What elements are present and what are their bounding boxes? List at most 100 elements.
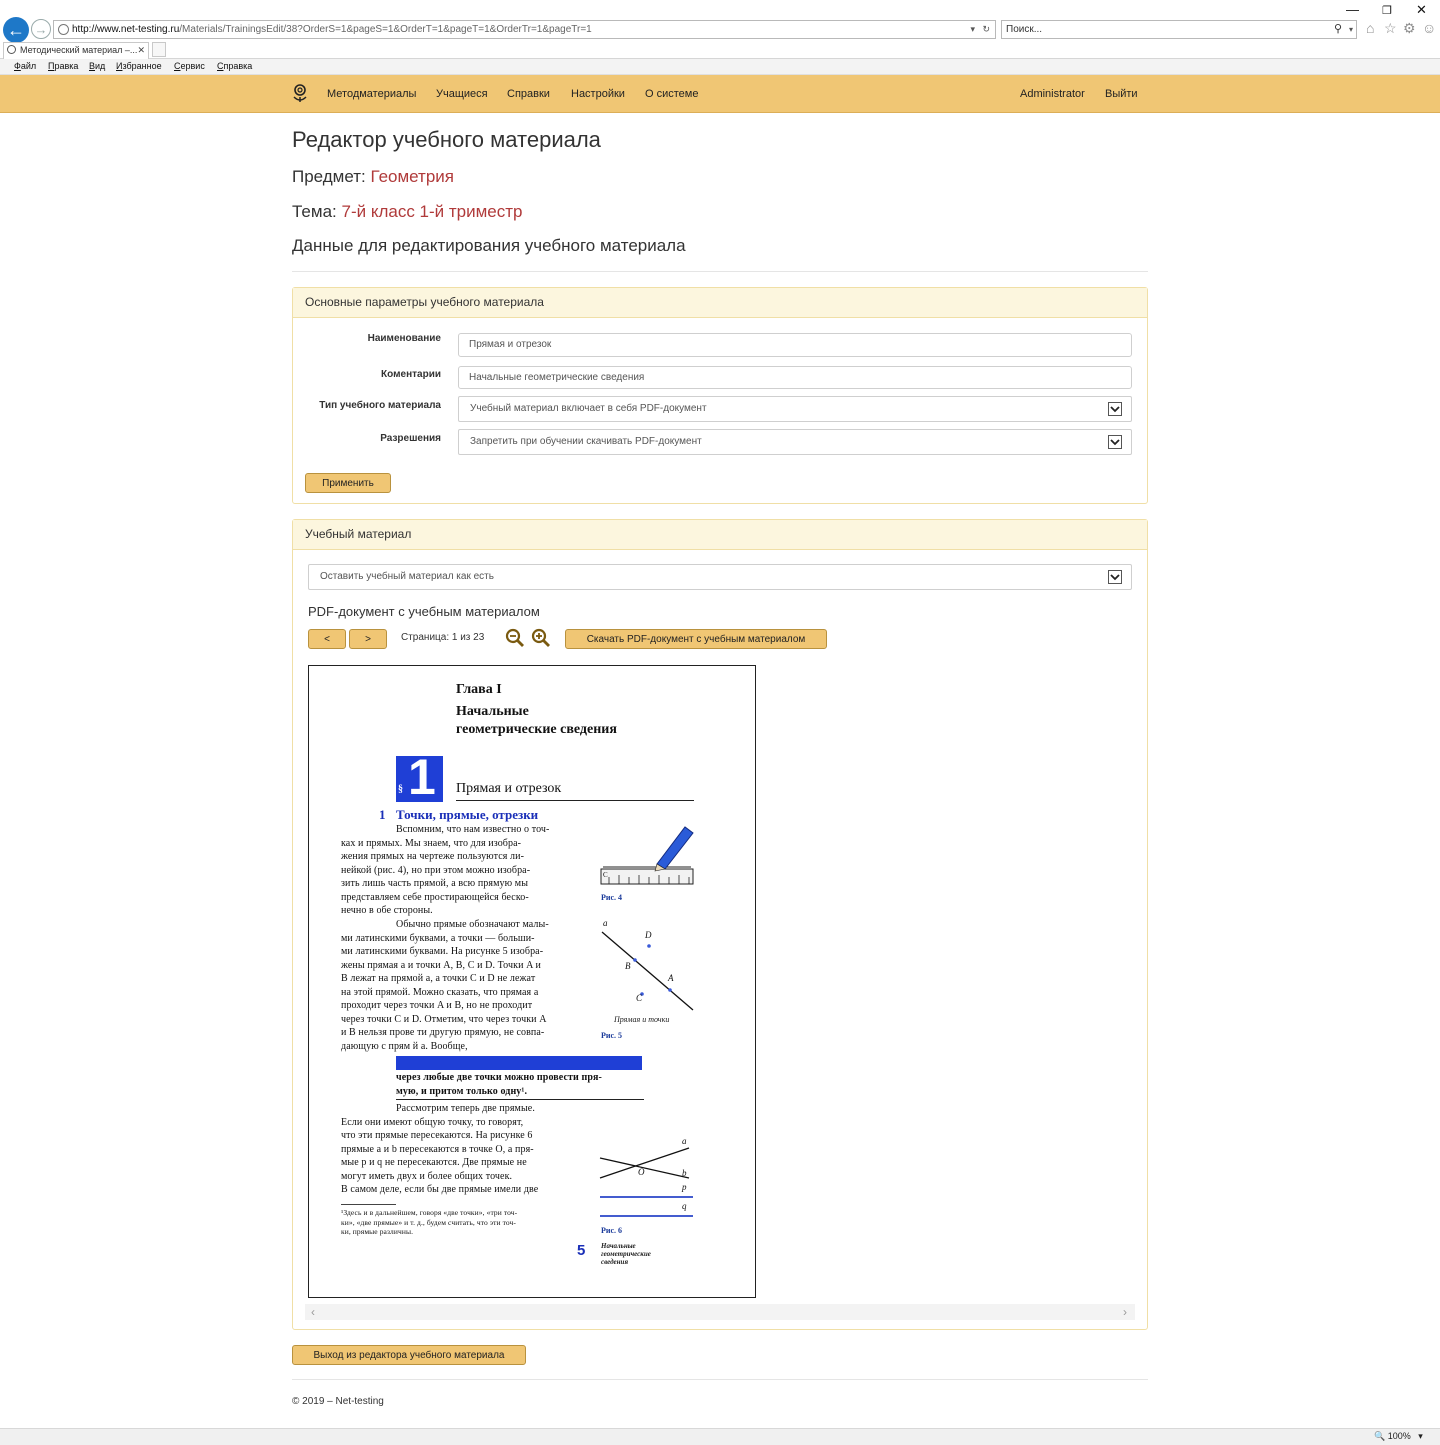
- menu-favorites[interactable]: Избранное: [116, 59, 162, 74]
- tab-page-icon: [7, 45, 16, 54]
- tab-strip: Методический материал –... ✕: [0, 42, 1440, 59]
- tab-title: Методический материал –...: [20, 45, 138, 55]
- topic-value: 7-й класс 1-й триместр: [341, 202, 523, 221]
- permission-row: Разрешения Запретить при обучении скачив…: [293, 429, 1149, 455]
- zoom-in-icon[interactable]: [531, 628, 551, 648]
- pdf-section-badge: § 1: [396, 749, 443, 805]
- search-input[interactable]: Поиск... ⚲ ▾: [1001, 20, 1357, 39]
- comment-input[interactable]: Начальные геометрические сведения: [458, 366, 1132, 389]
- pdf-footnote: ¹Здесь и в дальнейшем, говоря «две точки…: [341, 1208, 517, 1237]
- refresh-icon[interactable]: ↻: [982, 21, 990, 38]
- type-row: Тип учебного материала Учебный материал …: [293, 396, 1149, 422]
- pdf-paragraph-2: Обычно прямые обозначают малы- ми латинс…: [341, 918, 549, 1053]
- menu-file[interactable]: Файл: [14, 59, 36, 74]
- home-icon[interactable]: ⌂: [1366, 20, 1374, 36]
- nav-about[interactable]: О системе: [645, 75, 698, 113]
- settings-gear-icon[interactable]: ⚙: [1403, 20, 1416, 37]
- chevron-down-icon[interactable]: [1108, 435, 1122, 449]
- pdf-line: через точки C и D. Отметим, что через то…: [341, 1013, 547, 1025]
- pdf-line: Обычно прямые обозначают малы-: [396, 919, 549, 930]
- download-pdf-button[interactable]: Скачать PDF-документ с учебным материало…: [565, 629, 827, 649]
- topic-line: Тема: 7-й класс 1-й триместр: [292, 202, 523, 222]
- pdf-side-note-line: геометрические: [601, 1250, 651, 1258]
- name-input[interactable]: Прямая и отрезок: [458, 333, 1132, 357]
- pdf-label-D: D: [645, 930, 652, 940]
- dropdown-arrow-icon[interactable]: ▾: [970, 21, 975, 38]
- chevron-down-icon[interactable]: [1108, 402, 1122, 416]
- pdf-side-note-line: сведения: [601, 1258, 629, 1266]
- browser-tab[interactable]: Методический материал –... ✕: [3, 42, 149, 59]
- menu-tools[interactable]: Сервис: [174, 59, 205, 74]
- nav-logout[interactable]: Выйти: [1105, 75, 1138, 113]
- apply-button[interactable]: Применить: [305, 473, 391, 493]
- page-globe-icon: [58, 24, 69, 35]
- scroll-left-icon[interactable]: ‹: [311, 1304, 315, 1320]
- subject-value: Геометрия: [370, 167, 455, 186]
- pdf-label-B: B: [625, 961, 631, 971]
- pdf-side-note-line: Начальные: [601, 1242, 636, 1250]
- pdf-line: дающую с прям й a. Вообще,: [341, 1040, 468, 1052]
- nav-materials[interactable]: Методматериалы: [327, 75, 416, 113]
- address-bar[interactable]: http://www.net-testing.ru/Materials/Trai…: [53, 20, 996, 39]
- restore-icon[interactable]: ❐: [1382, 4, 1392, 17]
- pdf-line: ки, прямые различны.: [341, 1227, 414, 1236]
- pdf-fig5-caption: Рис. 5: [601, 1031, 623, 1040]
- smiley-icon[interactable]: ☺: [1422, 20, 1436, 36]
- pdf-line: зить лишь часть прямой, а всю прямую мы: [341, 878, 529, 889]
- back-arrow-icon[interactable]: ←: [3, 17, 29, 43]
- pdf-sub-number: 1: [379, 807, 386, 822]
- pdf-label-p: p: [682, 1182, 687, 1192]
- pdf-highlight-bar: [396, 1056, 642, 1070]
- pdf-sub-title: Точки, прямые, отрезки: [396, 807, 539, 822]
- site-navbar: Методматериалы Учащиеся Справки Настройк…: [0, 75, 1440, 113]
- pdf-paragraph-1: Вспомним, что нам известно о точ- ках и …: [341, 823, 549, 918]
- zoom-out-icon[interactable]: [505, 628, 525, 648]
- prev-page-button[interactable]: <: [308, 629, 346, 649]
- minimize-icon[interactable]: —: [1346, 2, 1359, 17]
- next-page-button[interactable]: >: [349, 629, 387, 649]
- nav-settings[interactable]: Настройки: [571, 75, 625, 113]
- pdf-section-title: Прямая и отрезок: [456, 781, 562, 796]
- permission-label: Разрешения: [380, 433, 441, 444]
- subject-line: Предмет: Геометрия: [292, 167, 454, 187]
- pdf-line: прямые a и b пересекаются в точке O, а п…: [341, 1143, 534, 1155]
- menu-help[interactable]: Справка: [217, 59, 252, 74]
- pdf-label-b: b: [682, 1168, 687, 1178]
- search-dropdown-icon[interactable]: ▾: [1349, 21, 1353, 38]
- zoom-control[interactable]: 🔍 100% ▾: [1374, 1431, 1423, 1442]
- new-tab-icon[interactable]: [152, 42, 166, 57]
- nav-user[interactable]: Administrator: [1020, 75, 1085, 113]
- browser-status-bar: 🔍 100% ▾: [0, 1428, 1440, 1445]
- url-host: http://www.net-testing.ru: [72, 24, 180, 35]
- close-tab-icon[interactable]: ✕: [137, 43, 145, 58]
- params-panel-heading: Основные параметры учебного материала: [293, 288, 1147, 318]
- menu-view[interactable]: Вид: [89, 59, 105, 74]
- type-select[interactable]: Учебный материал включает в себя PDF-док…: [458, 396, 1132, 422]
- favorites-star-icon[interactable]: ☆: [1384, 20, 1397, 37]
- close-window-icon[interactable]: ✕: [1416, 2, 1427, 18]
- chevron-down-icon[interactable]: [1108, 570, 1122, 584]
- nav-references[interactable]: Справки: [507, 75, 550, 113]
- pdf-line: ки», «две прямые» и т. д., будем считать…: [341, 1217, 517, 1227]
- pdf-label-a: a: [603, 918, 608, 928]
- pdf-fig6-caption: Рис. 6: [601, 1226, 623, 1235]
- pdf-line: представляем себе простирающейся беско-: [341, 891, 529, 903]
- pdf-footnote-rule: [341, 1204, 396, 1205]
- scroll-right-icon[interactable]: ›: [1123, 1304, 1127, 1320]
- menu-edit[interactable]: Правка: [48, 59, 78, 74]
- permission-select[interactable]: Запретить при обучении скачивать PDF-док…: [458, 429, 1132, 455]
- pdf-line: что эти прямые пересекаются. На рисунке …: [341, 1130, 533, 1141]
- footer-copyright: © 2019 – Net-testing: [292, 1396, 384, 1407]
- pdf-line: через любые две точки можно провести пря…: [396, 1072, 602, 1083]
- brand-logo-icon[interactable]: [292, 83, 308, 103]
- exit-editor-button[interactable]: Выход из редактора учебного материала: [292, 1345, 526, 1365]
- material-action-select[interactable]: Оставить учебный материал как есть: [308, 564, 1132, 590]
- nav-students[interactable]: Учащиеся: [436, 75, 488, 113]
- horizontal-scrollbar[interactable]: ‹ ›: [305, 1304, 1135, 1320]
- pdf-title: PDF-документ с учебным материалом: [308, 604, 540, 619]
- pdf-line: и B нельзя прове ти другую прямую, не со…: [341, 1027, 545, 1038]
- pdf-chapter: Глава I: [456, 682, 502, 697]
- pdf-highlight-text: через любые две точки можно провести пря…: [396, 1071, 602, 1098]
- forward-arrow-icon[interactable]: →: [31, 19, 51, 39]
- search-icon[interactable]: ⚲: [1334, 21, 1342, 38]
